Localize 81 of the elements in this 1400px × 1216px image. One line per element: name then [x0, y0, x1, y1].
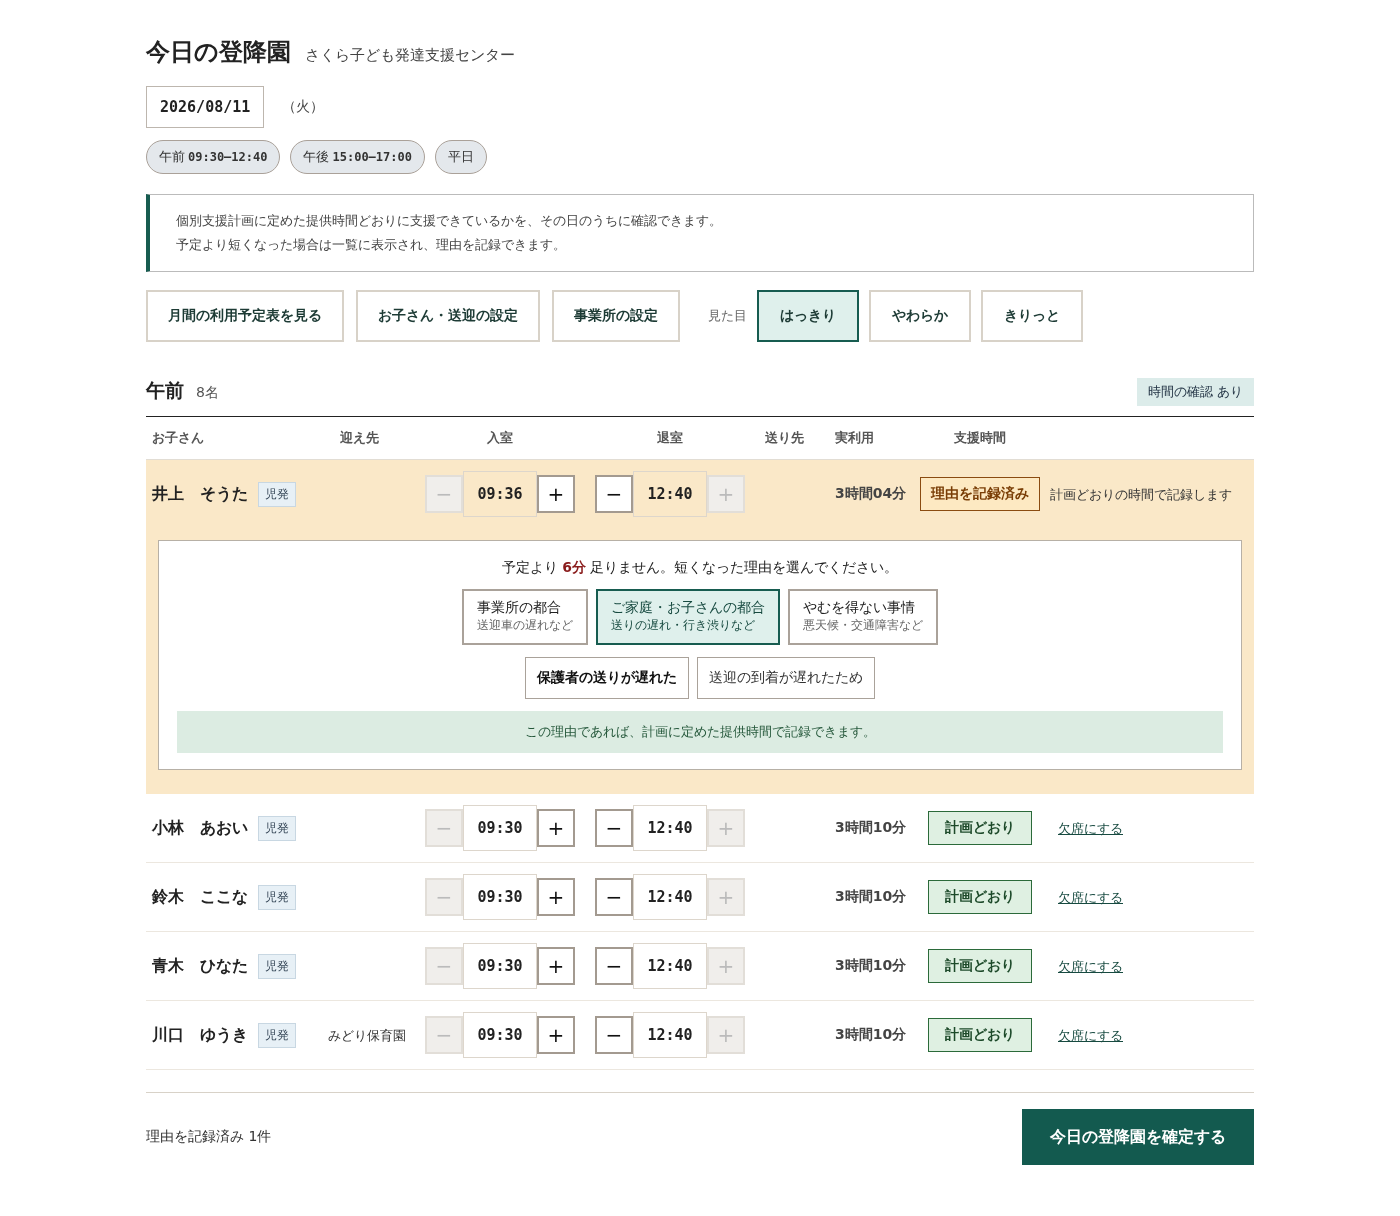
decrement-button[interactable]: − — [595, 809, 633, 847]
child-count: 8名 — [196, 384, 219, 402]
notice-text: 予定より短くなった場合は一覧に表示され、理由を記録できます。 — [176, 236, 567, 254]
child-name: 鈴木 ここな — [152, 886, 248, 908]
theme-label: 見た目 — [708, 307, 747, 325]
program-tag: 児発 — [258, 481, 296, 507]
status-badge[interactable]: 計画どおり — [928, 1018, 1032, 1052]
facility-name: さくら子ども発達支援センター — [305, 46, 515, 65]
time-value[interactable]: 09:30 — [463, 805, 537, 851]
increment-button[interactable]: + — [537, 947, 575, 985]
decrement-button[interactable]: − — [595, 878, 633, 916]
result-message: この理由であれば、計画に定めた提供時間で記録できます。 — [177, 711, 1223, 753]
notice-text: 個別支援計画に定めた提供時間どおりに支援できているかを、その日のうちに確認できます。 — [176, 212, 723, 230]
session-chip: 午後 15:00–17:00 — [290, 140, 425, 174]
column-header: 退室 — [657, 429, 683, 447]
program-tag: 児発 — [258, 953, 296, 979]
actual-duration: 3時間10分 — [835, 1026, 908, 1044]
decrement-button[interactable]: − — [595, 475, 633, 513]
time-value[interactable]: 12:40 — [633, 943, 707, 989]
status-badge[interactable]: 理由を記録済み — [920, 477, 1040, 511]
program-tag: 児発 — [258, 815, 296, 841]
reason-option[interactable]: 事業所の都合 送迎車の遅れなど — [462, 589, 588, 645]
time-value[interactable]: 09:30 — [463, 943, 537, 989]
date-field[interactable]: 2026/08/11 — [146, 86, 265, 128]
time-value[interactable]: 12:40 — [633, 471, 707, 517]
column-header: 送り先 — [765, 429, 805, 447]
increment-button[interactable]: + — [537, 878, 575, 916]
child-name: 青木 ひなた — [152, 955, 248, 977]
summary-text: 理由を記録済み 1件 — [146, 1128, 272, 1146]
column-header: お子さん — [151, 429, 205, 447]
column-header: 入室 — [487, 429, 513, 447]
actual-duration: 3時間10分 — [835, 957, 908, 975]
column-header: 実利用 — [835, 429, 875, 447]
action-button[interactable]: お子さん・送迎の設定 — [356, 290, 540, 342]
session-chip: 午前 09:30–12:40 — [146, 140, 281, 174]
decrement-button[interactable]: − — [595, 947, 633, 985]
reason-option[interactable]: ご家庭・お子さんの都合 送りの遅れ・行き渋りなど — [596, 589, 780, 645]
reason-option[interactable]: やむを得ない事情 悪天候・交通障害など — [788, 589, 938, 645]
child-name: 小林 あおい — [152, 817, 248, 839]
time-value[interactable]: 12:40 — [633, 1012, 707, 1058]
program-tag: 児発 — [258, 884, 296, 910]
weekday-label: （火） — [282, 98, 325, 116]
theme-option[interactable]: はっきり — [757, 290, 859, 342]
reason-message: 予定より 6分 足りません。短くなった理由を選んでください。 — [501, 559, 899, 577]
check-badge: 時間の確認 あり — [1136, 378, 1254, 406]
pickup-place: みどり保育園 — [328, 1028, 406, 1043]
absent-link[interactable]: 欠席にする — [1058, 1028, 1123, 1043]
increment-button[interactable]: + — [537, 809, 575, 847]
reason-detail-button[interactable]: 送迎の到着が遅れたため — [697, 657, 875, 699]
action-button[interactable]: 月間の利用予定表を見る — [146, 290, 344, 342]
reason-detail-button[interactable]: 保護者の送りが遅れた — [525, 657, 689, 699]
actual-duration: 3時間10分 — [835, 819, 908, 837]
status-badge[interactable]: 計画どおり — [928, 949, 1032, 983]
increment-button[interactable]: + — [537, 475, 575, 513]
column-header: 迎え先 — [340, 429, 380, 447]
child-name: 井上 そうた — [152, 483, 248, 505]
time-value[interactable]: 12:40 — [633, 874, 707, 920]
time-value[interactable]: 09:30 — [463, 1012, 537, 1058]
theme-option[interactable]: やわらか — [869, 290, 971, 342]
program-tag: 児発 — [258, 1022, 296, 1048]
child-name: 川口 ゆうき — [152, 1024, 248, 1046]
actual-duration: 3時間04分 — [835, 485, 908, 503]
column-header: 支援時間 — [954, 429, 1007, 447]
time-value[interactable]: 12:40 — [633, 805, 707, 851]
note-text: 計画どおりの時間で記録します — [1050, 487, 1232, 502]
confirm-button[interactable]: 今日の登降園を確定する — [1022, 1109, 1254, 1165]
actual-duration: 3時間10分 — [835, 888, 908, 906]
status-badge[interactable]: 計画どおり — [928, 880, 1032, 914]
time-value[interactable]: 09:30 — [463, 874, 537, 920]
decrement-button[interactable]: − — [595, 1016, 633, 1054]
absent-link[interactable]: 欠席にする — [1058, 890, 1123, 905]
section-title: 午前 — [146, 378, 184, 403]
theme-option[interactable]: きりっと — [981, 290, 1083, 342]
session-chip: 平日 — [434, 140, 487, 174]
increment-button[interactable]: + — [537, 1016, 575, 1054]
absent-link[interactable]: 欠席にする — [1058, 959, 1123, 974]
status-badge[interactable]: 計画どおり — [928, 811, 1032, 845]
page-title: 今日の登降園 — [146, 37, 291, 68]
action-button[interactable]: 事業所の設定 — [552, 290, 680, 342]
absent-link[interactable]: 欠席にする — [1058, 821, 1123, 836]
time-value[interactable]: 09:36 — [463, 471, 537, 517]
